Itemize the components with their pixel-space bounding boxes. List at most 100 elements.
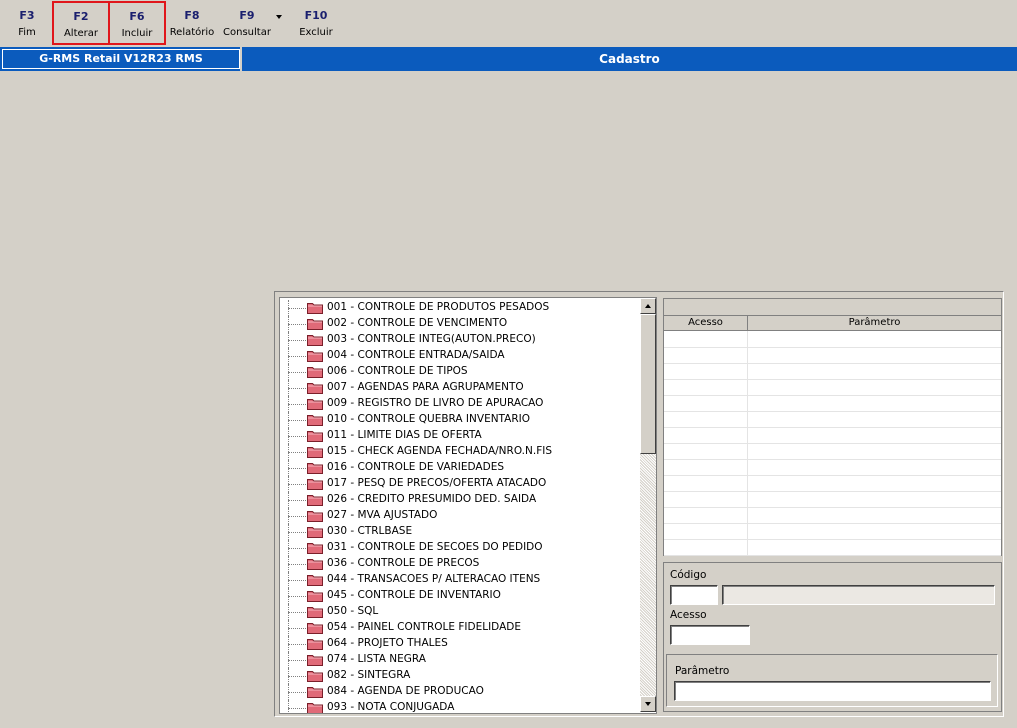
grid-row[interactable]: [664, 396, 1001, 412]
folder-icon: [307, 495, 323, 506]
scroll-down-button[interactable]: [640, 696, 656, 712]
grid-row[interactable]: [664, 364, 1001, 380]
tree-item[interactable]: 006 - CONTROLE DE TIPOS: [280, 364, 642, 380]
tree-item[interactable]: 084 - AGENDA DE PRODUCAO: [280, 684, 642, 700]
excluir-button[interactable]: F10 Excluir: [295, 2, 337, 46]
parametro-label: Parâmetro: [675, 665, 730, 677]
tree-item[interactable]: 010 - CONTROLE QUEBRA INVENTARIO: [280, 412, 642, 428]
tree-connector: [288, 708, 308, 709]
grid-row[interactable]: [664, 444, 1001, 460]
tree-item[interactable]: 027 - MVA AJUSTADO: [280, 508, 642, 524]
incluir-button[interactable]: F6 Incluir: [108, 1, 166, 45]
parametro-input[interactable]: [674, 681, 991, 701]
chevron-down-icon[interactable]: [276, 15, 282, 19]
tree-item[interactable]: 074 - LISTA NEGRA: [280, 652, 642, 668]
tree-item-label: 011 - LIMITE DIAS DE OFERTA: [327, 429, 482, 441]
tree-item-label: 031 - CONTROLE DE SECOES DO PEDIDO: [327, 541, 543, 553]
grid-row[interactable]: [664, 524, 1001, 540]
acesso-input[interactable]: [670, 625, 750, 645]
grid-row[interactable]: [664, 492, 1001, 508]
tree-connector: [288, 340, 308, 341]
tree-connector: [288, 692, 308, 693]
tree-item[interactable]: 050 - SQL: [280, 604, 642, 620]
tree-item[interactable]: 009 - REGISTRO DE LIVRO DE APURACAO: [280, 396, 642, 412]
tree-item[interactable]: 031 - CONTROLE DE SECOES DO PEDIDO: [280, 540, 642, 556]
tree-item[interactable]: 044 - TRANSACOES P/ ALTERACAO ITENS: [280, 572, 642, 588]
alterar-button[interactable]: F2 Alterar: [52, 1, 110, 45]
access-grid[interactable]: Acesso Parâmetro: [663, 298, 1002, 556]
grid-header-parametro[interactable]: Parâmetro: [748, 316, 1001, 331]
tree-item-label: 045 - CONTROLE DE INVENTARIO: [327, 589, 501, 601]
tree-item[interactable]: 064 - PROJETO THALES: [280, 636, 642, 652]
tree-connector: [288, 484, 308, 485]
tree-item[interactable]: 045 - CONTROLE DE INVENTARIO: [280, 588, 642, 604]
tree-item[interactable]: 002 - CONTROLE DE VENCIMENTO: [280, 316, 642, 332]
grid-header-acesso[interactable]: Acesso: [664, 316, 748, 331]
excluir-label: Excluir: [299, 27, 333, 38]
tree-item[interactable]: 082 - SINTEGRA: [280, 668, 642, 684]
tree-item[interactable]: 004 - CONTROLE ENTRADA/SAIDA: [280, 348, 642, 364]
grid-row[interactable]: [664, 332, 1001, 348]
folder-icon: [307, 655, 323, 666]
folder-icon: [307, 351, 323, 362]
tree-item-label: 036 - CONTROLE DE PRECOS: [327, 557, 480, 569]
grid-row[interactable]: [664, 508, 1001, 524]
grid-row[interactable]: [664, 380, 1001, 396]
folder-icon: [307, 671, 323, 682]
tree-connector: [288, 420, 308, 421]
tree-item[interactable]: 011 - LIMITE DIAS DE OFERTA: [280, 428, 642, 444]
tree-connector: [288, 700, 289, 713]
tree-item-label: 016 - CONTROLE DE VARIEDADES: [327, 461, 504, 473]
tree-item-label: 074 - LISTA NEGRA: [327, 653, 426, 665]
folder-icon: [307, 623, 323, 634]
tree-item-label: 003 - CONTROLE INTEG(AUTON.PRECO): [327, 333, 536, 345]
tree-item[interactable]: 017 - PESQ DE PRECOS/OFERTA ATACADO: [280, 476, 642, 492]
parameter-tree[interactable]: 001 - CONTROLE DE PRODUTOS PESADOS 002 - …: [279, 297, 657, 714]
relatorio-key: F8: [184, 9, 200, 22]
tree-item-label: 064 - PROJETO THALES: [327, 637, 448, 649]
grid-row[interactable]: [664, 428, 1001, 444]
folder-icon: [307, 335, 323, 346]
tree-item[interactable]: 054 - PAINEL CONTROLE FIDELIDADE: [280, 620, 642, 636]
grid-row[interactable]: [664, 348, 1001, 364]
scroll-up-button[interactable]: [640, 298, 656, 314]
grid-row[interactable]: [664, 476, 1001, 492]
scroll-thumb[interactable]: [640, 314, 656, 454]
tree-connector: [288, 628, 308, 629]
relatorio-button[interactable]: F8 Relatório: [168, 2, 216, 46]
tree-item-label: 006 - CONTROLE DE TIPOS: [327, 365, 468, 377]
tree-item-label: 004 - CONTROLE ENTRADA/SAIDA: [327, 349, 505, 361]
tree-item[interactable]: 030 - CTRLBASE: [280, 524, 642, 540]
fim-button[interactable]: F3 Fim: [8, 2, 46, 46]
fim-label: Fim: [18, 27, 36, 38]
tree-item[interactable]: 007 - AGENDAS PARA AGRUPAMENTO: [280, 380, 642, 396]
tree-item-label: 007 - AGENDAS PARA AGRUPAMENTO: [327, 381, 524, 393]
folder-icon: [307, 703, 323, 713]
tree-item[interactable]: 015 - CHECK AGENDA FECHADA/NRO.N.FIS: [280, 444, 642, 460]
tree-item-label: 082 - SINTEGRA: [327, 669, 411, 681]
tree-scrollbar[interactable]: [640, 298, 656, 712]
folder-icon: [307, 607, 323, 618]
tree-item[interactable]: 016 - CONTROLE DE VARIEDADES: [280, 460, 642, 476]
codigo-description-field: [722, 585, 995, 605]
tree-connector: [288, 356, 308, 357]
alterar-key: F2: [73, 10, 89, 23]
tree-item-label: 026 - CREDITO PRESUMIDO DED. SAIDA: [327, 493, 537, 505]
grid-row[interactable]: [664, 412, 1001, 428]
codigo-input[interactable]: [670, 585, 718, 605]
tree-item[interactable]: 036 - CONTROLE DE PRECOS: [280, 556, 642, 572]
tree-item-label: 027 - MVA AJUSTADO: [327, 509, 438, 521]
fim-key: F3: [19, 9, 35, 22]
consultar-button[interactable]: F9 Consultar: [221, 2, 273, 46]
tree-item[interactable]: 026 - CREDITO PRESUMIDO DED. SAIDA: [280, 492, 642, 508]
grid-row[interactable]: [664, 460, 1001, 476]
tree-item[interactable]: 093 - NOTA CONJUGADA: [280, 700, 642, 713]
tree-item-label: 050 - SQL: [327, 605, 379, 617]
tree-item[interactable]: 003 - CONTROLE INTEG(AUTON.PRECO): [280, 332, 642, 348]
grid-row[interactable]: [664, 540, 1001, 556]
folder-icon: [307, 559, 323, 570]
tree-connector: [288, 500, 308, 501]
tree-connector: [288, 564, 308, 565]
arrow-down-icon: [645, 702, 651, 706]
tree-item[interactable]: 001 - CONTROLE DE PRODUTOS PESADOS: [280, 300, 642, 316]
